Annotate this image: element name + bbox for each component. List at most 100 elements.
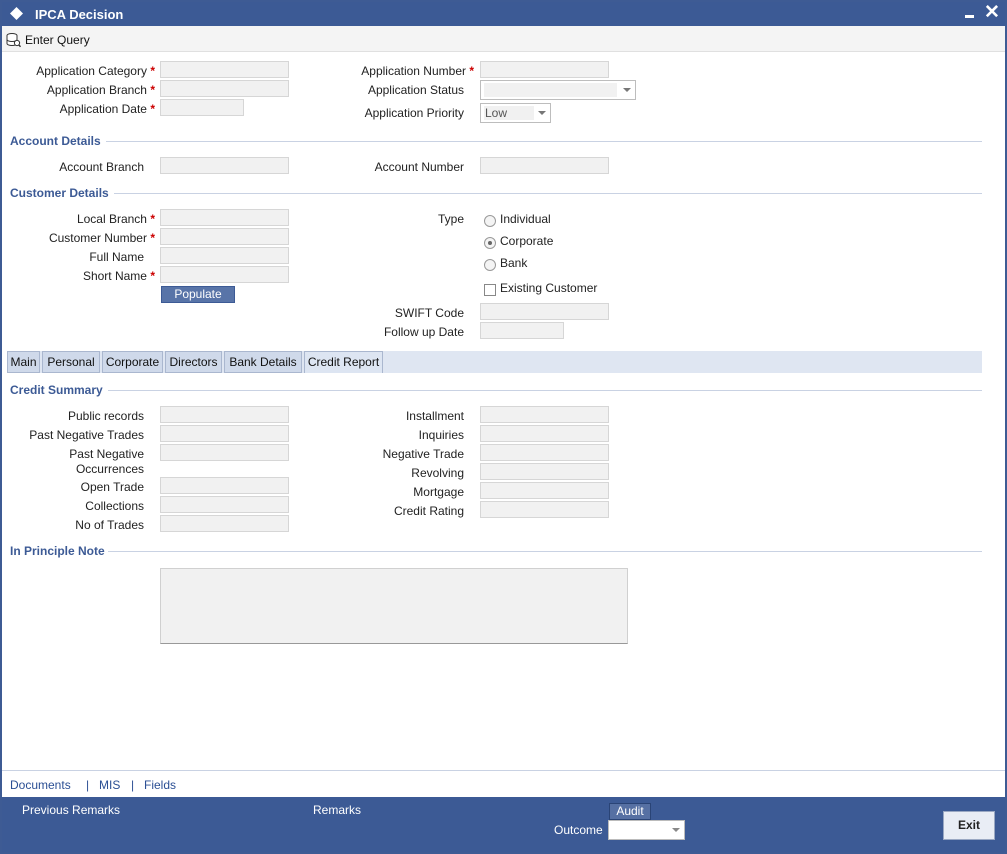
chevron-down-icon xyxy=(623,88,631,92)
application-date-label: Application Date * xyxy=(59,102,155,116)
inquiries-input[interactable] xyxy=(480,425,609,442)
mortgage-input[interactable] xyxy=(480,482,609,499)
toolbar: Enter Query xyxy=(2,26,1005,52)
in-principle-note-textarea[interactable] xyxy=(160,568,628,644)
type-individual-radio[interactable] xyxy=(484,215,496,227)
diamond-logo-icon xyxy=(10,7,23,20)
divider xyxy=(106,141,982,142)
no-of-trades-input[interactable] xyxy=(160,515,289,532)
minimize-icon[interactable] xyxy=(963,5,977,21)
tab-bank-details[interactable]: Bank Details xyxy=(224,351,302,373)
collections-input[interactable] xyxy=(160,496,289,513)
mis-link[interactable]: MIS xyxy=(99,778,120,792)
chevron-down-icon xyxy=(672,828,680,832)
application-number-label: Application Number * xyxy=(361,64,474,78)
application-priority-value: Low xyxy=(485,106,508,120)
tab-directors[interactable]: Directors xyxy=(165,351,222,373)
past-negative-occurrences-label-line2: Occurrences xyxy=(75,462,144,476)
public-records-input[interactable] xyxy=(160,406,289,423)
revolving-input[interactable] xyxy=(480,463,609,480)
credit-rating-label: Credit Rating xyxy=(393,504,464,518)
link-separator: | xyxy=(131,778,135,792)
application-category-input[interactable] xyxy=(160,61,289,78)
revolving-label: Revolving xyxy=(411,466,464,480)
title-bar: IPCA Decision ✕ xyxy=(2,2,1005,26)
installment-label: Installment xyxy=(405,409,464,423)
exit-button[interactable]: Exit xyxy=(943,811,995,840)
footer-bar: Previous Remarks Remarks Audit Outcome E… xyxy=(2,797,1005,852)
previous-remarks-label: Previous Remarks xyxy=(22,803,121,817)
divider xyxy=(108,390,982,391)
ipca-decision-window: IPCA Decision ✕ Enter Query Application … xyxy=(0,0,1007,854)
customer-number-input[interactable] xyxy=(160,228,289,245)
existing-customer-label: Existing Customer xyxy=(500,281,598,295)
in-principle-note-heading: In Principle Note xyxy=(10,544,105,558)
account-branch-label: Account Branch xyxy=(59,160,144,174)
populate-button[interactable]: Populate xyxy=(161,286,235,303)
existing-customer-checkbox[interactable] xyxy=(484,284,496,296)
type-corporate-label: Corporate xyxy=(500,234,554,248)
enter-query-button[interactable]: Enter Query xyxy=(5,31,90,49)
tab-main[interactable]: Main xyxy=(7,351,40,373)
negative-trade-input[interactable] xyxy=(480,444,609,461)
local-branch-label: Local Branch * xyxy=(76,212,155,226)
chevron-down-icon xyxy=(538,111,546,115)
fields-link[interactable]: Fields xyxy=(144,778,176,792)
application-branch-input[interactable] xyxy=(160,80,289,97)
type-label: Type xyxy=(437,212,464,226)
mortgage-label: Mortgage xyxy=(413,485,464,499)
window-title: IPCA Decision xyxy=(35,7,124,22)
outcome-label: Outcome xyxy=(554,823,603,837)
follow-up-date-input[interactable] xyxy=(480,322,564,339)
application-number-input[interactable] xyxy=(480,61,609,78)
credit-summary-heading: Credit Summary xyxy=(10,383,103,397)
application-priority-select[interactable]: Low xyxy=(480,103,551,123)
application-branch-label: Application Branch * xyxy=(46,83,155,97)
tab-credit-report[interactable]: Credit Report xyxy=(304,351,383,373)
documents-link[interactable]: Documents xyxy=(10,778,71,792)
installment-input[interactable] xyxy=(480,406,609,423)
swift-code-input[interactable] xyxy=(480,303,609,320)
inquiries-label: Inquiries xyxy=(418,428,464,442)
application-status-select[interactable] xyxy=(480,80,636,100)
type-bank-radio[interactable] xyxy=(484,259,496,271)
remarks-label: Remarks xyxy=(313,803,362,817)
tab-corporate[interactable]: Corporate xyxy=(102,351,163,373)
type-corporate-radio[interactable] xyxy=(484,237,496,249)
past-negative-occurrences-input[interactable] xyxy=(160,444,289,461)
no-of-trades-label: No of Trades xyxy=(75,518,144,532)
type-bank-label: Bank xyxy=(500,256,528,270)
type-individual-label: Individual xyxy=(500,212,551,226)
outcome-select[interactable] xyxy=(608,820,685,840)
account-number-input[interactable] xyxy=(480,157,609,174)
account-number-label: Account Number xyxy=(374,160,464,174)
past-negative-trades-input[interactable] xyxy=(160,425,289,442)
short-name-label: Short Name * xyxy=(82,269,155,283)
local-branch-input[interactable] xyxy=(160,209,289,226)
credit-rating-input[interactable] xyxy=(480,501,609,518)
open-trade-input[interactable] xyxy=(160,477,289,494)
application-priority-label: Application Priority xyxy=(364,106,464,120)
account-details-heading: Account Details xyxy=(10,134,101,148)
application-date-input[interactable] xyxy=(160,99,244,116)
divider xyxy=(108,551,982,552)
bottom-links: Documents | MIS | Fields xyxy=(2,770,1005,797)
collections-label: Collections xyxy=(85,499,144,513)
audit-button[interactable]: Audit xyxy=(609,803,651,820)
follow-up-date-label: Follow up Date xyxy=(383,325,464,339)
negative-trade-label: Negative Trade xyxy=(382,447,464,461)
customer-number-label: Customer Number * xyxy=(48,231,155,245)
open-trade-label: Open Trade xyxy=(80,480,144,494)
close-icon[interactable]: ✕ xyxy=(984,2,1000,24)
public-records-label: Public records xyxy=(67,409,144,423)
application-status-label: Application Status xyxy=(367,83,464,97)
account-branch-input[interactable] xyxy=(160,157,289,174)
customer-details-heading: Customer Details xyxy=(10,186,109,200)
swift-code-label: SWIFT Code xyxy=(394,306,464,320)
past-negative-occurrences-label-line1: Past Negative xyxy=(69,447,144,461)
short-name-input[interactable] xyxy=(160,266,289,283)
divider xyxy=(114,193,982,194)
tab-personal[interactable]: Personal xyxy=(42,351,100,373)
enter-query-label: Enter Query xyxy=(25,33,90,47)
full-name-input[interactable] xyxy=(160,247,289,264)
